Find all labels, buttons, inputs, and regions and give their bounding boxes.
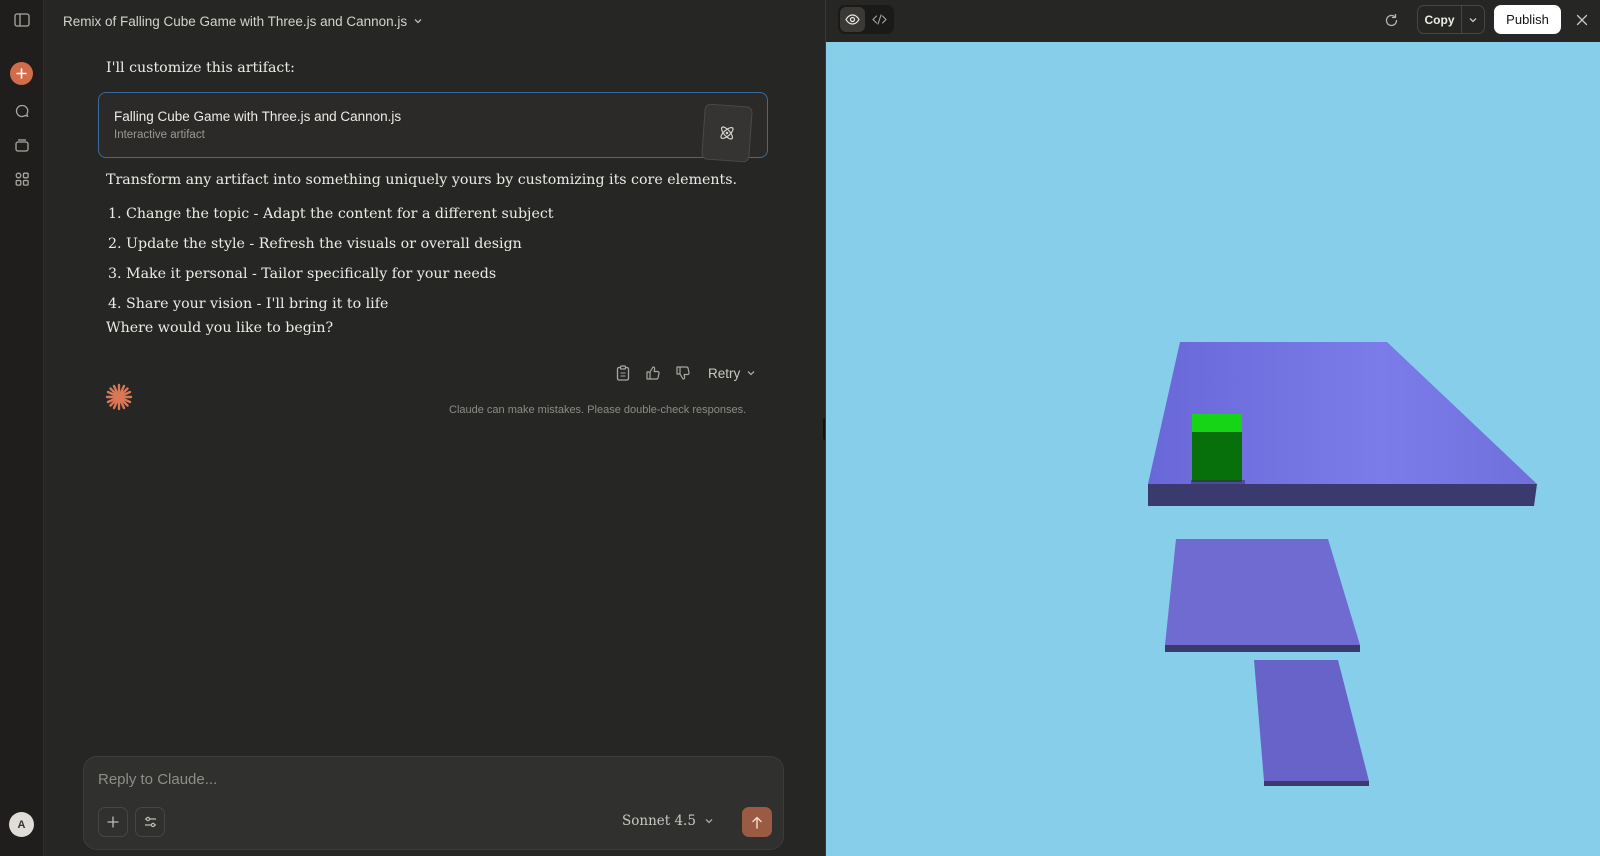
artifact-card[interactable]: Falling Cube Game with Three.js and Cann…: [98, 92, 768, 163]
model-name: Sonnet 4.5: [622, 813, 696, 829]
chevron-down-icon: [747, 371, 755, 376]
chat-title-button[interactable]: Remix of Falling Cube Game with Three.js…: [63, 11, 423, 31]
refresh-button[interactable]: [1380, 9, 1402, 31]
send-button[interactable]: [742, 807, 772, 837]
thumbs-up-icon[interactable]: [644, 364, 662, 382]
projects-icon[interactable]: [10, 133, 34, 157]
platform: [1254, 660, 1369, 786]
chat-title: Remix of Falling Cube Game with Three.js…: [63, 13, 408, 29]
message-closing: Where would you like to begin?: [106, 320, 334, 336]
copy-options-button[interactable]: [1462, 6, 1484, 33]
list-item: 2. Update the style - Refresh the visual…: [108, 236, 522, 252]
retry-label: Retry: [708, 365, 741, 381]
thumbs-down-icon[interactable]: [674, 364, 692, 382]
chevron-down-icon: [414, 19, 422, 24]
chat-panel: Remix of Falling Cube Game with Three.js…: [44, 0, 825, 856]
artifact-thumbnail: [701, 103, 753, 163]
message-actions: Retry: [614, 364, 756, 382]
model-selector[interactable]: Sonnet 4.5: [622, 813, 714, 829]
player-cube: [1191, 414, 1245, 484]
list-item: 3. Make it personal - Tailor specificall…: [108, 266, 497, 282]
sidebar-toggle-icon[interactable]: [10, 8, 34, 32]
message-intro: I'll customize this artifact:: [106, 60, 295, 76]
chats-icon[interactable]: [10, 99, 34, 123]
disclaimer: Claude can make mistakes. Please double-…: [449, 404, 747, 416]
eye-icon: [845, 14, 860, 25]
code-icon: [872, 14, 887, 25]
artifact-subtitle: Interactive artifact: [114, 129, 205, 141]
copy-button-group: Copy: [1417, 5, 1485, 34]
user-avatar[interactable]: A: [9, 812, 34, 837]
copy-icon[interactable]: [614, 364, 632, 382]
artifacts-icon[interactable]: [10, 167, 34, 191]
tools-button[interactable]: [135, 807, 165, 837]
publish-button[interactable]: Publish: [1494, 5, 1561, 34]
artifact-title: Falling Cube Game with Three.js and Cann…: [114, 109, 402, 124]
game-canvas[interactable]: [826, 42, 1600, 856]
claude-logo-icon: [105, 383, 133, 411]
arrow-up-icon: [752, 816, 762, 829]
retry-button[interactable]: Retry: [708, 366, 756, 381]
chevron-down-icon: [1469, 17, 1477, 22]
platform: [1165, 539, 1360, 652]
react-atom-icon: [720, 126, 734, 140]
plus-icon: [107, 816, 119, 828]
left-rail: A: [0, 0, 44, 856]
preview-tab[interactable]: [840, 7, 865, 32]
composer: Sonnet 4.5: [83, 756, 784, 850]
preview-toolbar: Copy Publish: [826, 0, 1600, 42]
game-scene: [1148, 342, 1537, 786]
copy-button[interactable]: Copy: [1418, 6, 1462, 33]
close-icon: [1576, 14, 1588, 26]
list-item: 4. Share your vision - I'll bring it to …: [108, 296, 389, 312]
add-attachment-button[interactable]: [98, 807, 128, 837]
new-chat-button[interactable]: [10, 62, 33, 85]
artifact-preview-panel: Copy Publish: [825, 0, 1600, 856]
reply-input[interactable]: [98, 771, 758, 788]
view-toggle: [838, 5, 894, 34]
sliders-icon: [144, 816, 156, 828]
chevron-down-icon: [705, 819, 713, 824]
refresh-icon: [1385, 13, 1397, 26]
close-preview-button[interactable]: [1571, 9, 1593, 31]
message-body: Transform any artifact into something un…: [106, 172, 738, 188]
list-item: 1. Change the topic - Adapt the content …: [108, 206, 554, 222]
code-tab[interactable]: [867, 7, 892, 32]
